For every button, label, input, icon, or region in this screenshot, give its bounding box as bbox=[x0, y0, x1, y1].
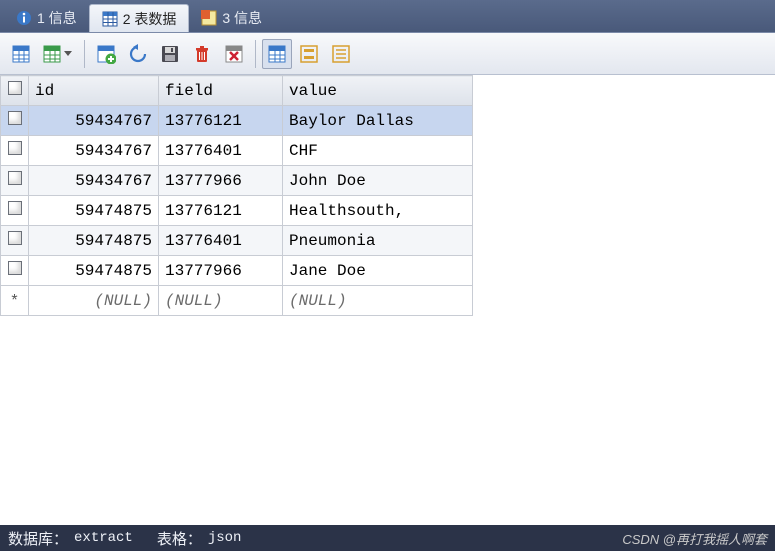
cell-value[interactable]: CHF bbox=[283, 136, 473, 166]
view-options-dropdown[interactable] bbox=[38, 39, 78, 69]
cell-id[interactable]: 59434767 bbox=[29, 166, 159, 196]
view-grid-button[interactable] bbox=[6, 39, 36, 69]
status-db-value: extract bbox=[74, 530, 133, 546]
status-table-value: json bbox=[208, 530, 242, 546]
table-row[interactable]: 5947487513777966Jane Doe bbox=[1, 256, 473, 286]
row-checkbox[interactable] bbox=[1, 196, 29, 226]
toolbar bbox=[0, 33, 775, 75]
column-header-id[interactable]: id bbox=[29, 76, 159, 106]
cell-id[interactable]: 59474875 bbox=[29, 196, 159, 226]
table-row[interactable]: 5947487513776121Healthsouth, bbox=[1, 196, 473, 226]
tab-info-1[interactable]: 1 信息 bbox=[4, 4, 89, 32]
watermark: CSDN @再打我摇人啊套 bbox=[622, 529, 767, 548]
cell-id[interactable]: 59474875 bbox=[29, 256, 159, 286]
row-checkbox[interactable] bbox=[1, 136, 29, 166]
cell-field[interactable]: 13776121 bbox=[159, 106, 283, 136]
cell-value[interactable]: Healthsouth, bbox=[283, 196, 473, 226]
cell-id[interactable]: 59434767 bbox=[29, 106, 159, 136]
row-checkbox[interactable] bbox=[1, 226, 29, 256]
cell-value[interactable]: (NULL) bbox=[283, 286, 473, 316]
row-checkbox[interactable] bbox=[1, 106, 29, 136]
save-button[interactable] bbox=[155, 39, 185, 69]
tab-label: 2 表数据 bbox=[123, 9, 177, 29]
cancel-button[interactable] bbox=[219, 39, 249, 69]
delete-button[interactable] bbox=[187, 39, 217, 69]
cell-value[interactable]: Baylor Dallas bbox=[283, 106, 473, 136]
toolbar-separator bbox=[84, 40, 85, 68]
status-bar: 数据库： extract 表格： json CSDN @再打我摇人啊套 bbox=[0, 525, 775, 551]
add-row-button[interactable] bbox=[91, 39, 121, 69]
form-view-button[interactable] bbox=[294, 39, 324, 69]
cell-field[interactable]: (NULL) bbox=[159, 286, 283, 316]
row-checkbox[interactable] bbox=[1, 256, 29, 286]
cell-field[interactable]: 13777966 bbox=[159, 256, 283, 286]
cell-value[interactable]: Pneumonia bbox=[283, 226, 473, 256]
refresh-button[interactable] bbox=[123, 39, 153, 69]
header-checkbox[interactable] bbox=[1, 76, 29, 106]
column-header-field[interactable]: field bbox=[159, 76, 283, 106]
cell-id[interactable]: 59474875 bbox=[29, 226, 159, 256]
data-table[interactable]: id field value 5943476713776121Baylor Da… bbox=[0, 75, 473, 316]
tab-info-3[interactable]: 3 信息 bbox=[189, 4, 274, 32]
new-row-marker: * bbox=[1, 286, 29, 316]
cell-value[interactable]: Jane Doe bbox=[283, 256, 473, 286]
yellow-grid-icon bbox=[201, 10, 217, 26]
cell-id[interactable]: 59434767 bbox=[29, 136, 159, 166]
text-view-button[interactable] bbox=[326, 39, 356, 69]
column-header-value[interactable]: value bbox=[283, 76, 473, 106]
table-row[interactable]: 5947487513776401Pneumonia bbox=[1, 226, 473, 256]
tab-bar: 1 信息 2 表数据 3 信息 bbox=[0, 0, 775, 33]
row-checkbox[interactable] bbox=[1, 166, 29, 196]
info-icon bbox=[16, 10, 32, 26]
table-row[interactable]: 5943476713776121Baylor Dallas bbox=[1, 106, 473, 136]
grid-icon bbox=[102, 11, 118, 27]
tab-label: 3 信息 bbox=[222, 8, 262, 28]
grid-view-button[interactable] bbox=[262, 39, 292, 69]
status-table-label: 表格： bbox=[157, 528, 202, 549]
cell-field[interactable]: 13777966 bbox=[159, 166, 283, 196]
status-db-label: 数据库： bbox=[8, 528, 68, 549]
cell-value[interactable]: John Doe bbox=[283, 166, 473, 196]
toolbar-separator bbox=[255, 40, 256, 68]
cell-id[interactable]: (NULL) bbox=[29, 286, 159, 316]
table-row[interactable]: 5943476713776401CHF bbox=[1, 136, 473, 166]
table-row[interactable]: 5943476713777966John Doe bbox=[1, 166, 473, 196]
tab-label: 1 信息 bbox=[37, 8, 77, 28]
table-header-row: id field value bbox=[1, 76, 473, 106]
table-new-row[interactable]: *(NULL)(NULL)(NULL) bbox=[1, 286, 473, 316]
tab-table-data[interactable]: 2 表数据 bbox=[89, 4, 190, 32]
cell-field[interactable]: 13776401 bbox=[159, 136, 283, 166]
chevron-down-icon bbox=[64, 51, 72, 56]
data-table-area: id field value 5943476713776121Baylor Da… bbox=[0, 75, 775, 525]
cell-field[interactable]: 13776121 bbox=[159, 196, 283, 226]
cell-field[interactable]: 13776401 bbox=[159, 226, 283, 256]
